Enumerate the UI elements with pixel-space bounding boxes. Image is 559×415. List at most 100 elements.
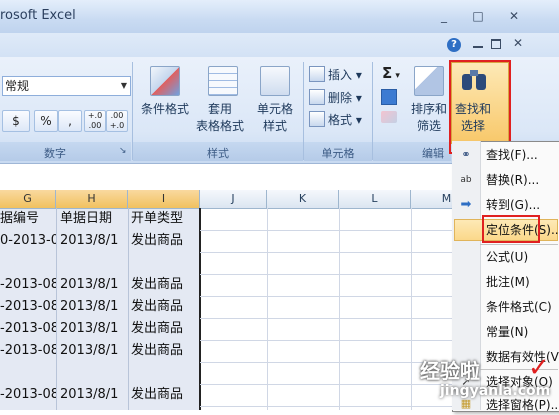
cell-h[interactable]: 2013/8/1 xyxy=(60,296,128,318)
checkmark-icon: ✓ xyxy=(528,353,550,383)
ribbon-minimize-icon[interactable] xyxy=(473,46,483,48)
cell-h[interactable]: 2013/8/1 xyxy=(60,274,128,296)
minimize-button[interactable]: _ xyxy=(436,9,452,23)
format-label: 格式 xyxy=(328,113,353,127)
selection-border xyxy=(199,208,201,410)
table-format-label-1: 套用 xyxy=(207,102,232,116)
menu-item-conditional-format[interactable]: 条件格式(C) xyxy=(486,297,552,317)
increase-decimal-button[interactable]: +.0 .00 xyxy=(84,110,106,132)
table-format-icon xyxy=(208,66,238,96)
table-format-button[interactable]: 套用 表格格式 xyxy=(192,101,248,135)
cell-h[interactable]: 2013/8/1 xyxy=(60,340,128,362)
cell-g[interactable]: -2013-08 xyxy=(0,296,56,318)
table-format-label-2: 表格格式 xyxy=(195,119,244,133)
grid-line xyxy=(56,208,57,410)
arrow-right-icon: ➡ xyxy=(460,197,472,212)
chevron-down-icon: ▼ xyxy=(120,81,127,90)
conditional-format-button[interactable]: 条件格式 xyxy=(138,101,192,118)
ribbon-close-icon[interactable]: ✕ xyxy=(513,36,523,50)
goto-special-highlight xyxy=(482,215,540,243)
cell-g[interactable]: -2013-08 xyxy=(0,274,56,296)
delete-button[interactable]: 删除 ▾ xyxy=(328,89,362,106)
conditional-format-icon xyxy=(150,66,180,96)
column-header-j[interactable]: J xyxy=(200,190,267,208)
insert-button[interactable]: 插入 ▾ xyxy=(328,66,362,83)
window-title: rosoft Excel xyxy=(0,8,76,23)
cell-style-label-2: 样式 xyxy=(262,119,287,133)
currency-icon: $ xyxy=(12,114,20,128)
clear-icon[interactable] xyxy=(381,111,397,123)
cell-style-button[interactable]: 单元格 样式 xyxy=(250,101,300,135)
watermark-text: 经验啦 xyxy=(420,359,480,383)
styles-group-label: 样式 xyxy=(207,147,229,160)
cells-group-label: 单元格 xyxy=(321,147,355,160)
sort-filter-button[interactable]: 排序和 筛选 xyxy=(408,101,450,135)
dialog-launcher-icon[interactable]: ↘ xyxy=(119,146,127,156)
menu-item-goto[interactable]: 转到(G)... xyxy=(486,195,540,215)
maximize-button[interactable]: □ xyxy=(470,9,486,23)
cell-i[interactable]: 发出商品 xyxy=(131,274,199,296)
insert-icon xyxy=(309,66,325,82)
cell-g-header[interactable]: 据编号 xyxy=(0,208,56,230)
format-button[interactable]: 格式 ▾ xyxy=(328,111,362,128)
grid-line xyxy=(339,208,340,410)
sort-filter-label-1: 排序和 xyxy=(410,102,447,116)
delete-label: 删除 xyxy=(328,91,353,105)
ribbon-restore-icon[interactable] xyxy=(491,39,501,49)
column-header-h[interactable]: H xyxy=(56,190,128,208)
grid-line xyxy=(267,208,268,410)
cell-i[interactable]: 发出商品 xyxy=(131,384,199,406)
find-select-highlight xyxy=(449,60,511,154)
currency-button[interactable]: $ xyxy=(2,110,30,132)
menu-separator xyxy=(480,244,558,245)
cell-i[interactable]: 发出商品 xyxy=(131,230,199,252)
cell-g[interactable]: -2013-08 xyxy=(0,318,56,340)
cell-g[interactable]: -2013-08 xyxy=(0,340,56,362)
binoculars-icon: ⚭ xyxy=(461,148,471,161)
fill-icon[interactable] xyxy=(381,89,397,105)
sum-icon: Σ xyxy=(382,64,393,82)
number-group-label: 数字 xyxy=(44,147,66,160)
watermark-url: jingyanla.com xyxy=(440,383,551,399)
insert-label: 插入 xyxy=(328,68,353,82)
number-format-select[interactable]: 常规 ▼ xyxy=(2,76,131,96)
menu-item-comments[interactable]: 批注(M) xyxy=(486,272,530,292)
menu-item-formulas[interactable]: 公式(U) xyxy=(486,247,528,267)
conditional-format-label: 条件格式 xyxy=(140,102,189,116)
menu-item-find[interactable]: 查找(F)... xyxy=(486,145,538,165)
cell-i[interactable]: 发出商品 xyxy=(131,296,199,318)
grid-line xyxy=(411,208,412,410)
close-button[interactable]: ✕ xyxy=(506,9,522,23)
number-format-value: 常规 xyxy=(5,79,30,93)
replace-icon: ab xyxy=(460,175,472,185)
cell-style-icon xyxy=(260,66,290,96)
delete-icon xyxy=(309,89,325,105)
edit-group-label: 编辑 xyxy=(422,147,444,160)
column-header-i[interactable]: I xyxy=(128,190,200,208)
menu-item-constants[interactable]: 常量(N) xyxy=(486,322,528,342)
sort-filter-icon xyxy=(414,66,444,96)
decrease-decimal-button[interactable]: .00 +.0 xyxy=(106,110,128,132)
cell-style-label-1: 单元格 xyxy=(256,102,293,116)
cell-i[interactable]: 发出商品 xyxy=(131,340,199,362)
help-icon[interactable]: ? xyxy=(447,38,461,52)
cell-i-header[interactable]: 开单类型 xyxy=(131,208,199,230)
menu-item-replace[interactable]: 替换(R)... xyxy=(486,170,539,190)
cell-h[interactable]: 2013/8/1 xyxy=(60,230,128,252)
percent-button[interactable]: % xyxy=(34,110,58,132)
cell-i[interactable]: 发出商品 xyxy=(131,318,199,340)
cell-g[interactable]: -2013-08 xyxy=(0,384,56,406)
cell-h[interactable]: 2013/8/1 xyxy=(60,384,128,406)
comma-button[interactable]: , xyxy=(58,110,82,132)
column-header-l[interactable]: L xyxy=(339,190,411,208)
column-header-g[interactable]: G xyxy=(0,190,56,208)
column-header-k[interactable]: K xyxy=(267,190,339,208)
cell-h[interactable]: 2013/8/1 xyxy=(60,318,128,340)
autosum-button[interactable]: Σ ▾ xyxy=(382,64,400,82)
grid-line xyxy=(128,208,129,410)
format-icon xyxy=(309,111,325,127)
cell-g[interactable]: 0-2013-0 xyxy=(0,230,56,252)
sort-filter-label-2: 筛选 xyxy=(416,119,441,133)
cell-h-header[interactable]: 单据日期 xyxy=(60,208,128,230)
ribbon-tab-strip xyxy=(0,33,559,57)
